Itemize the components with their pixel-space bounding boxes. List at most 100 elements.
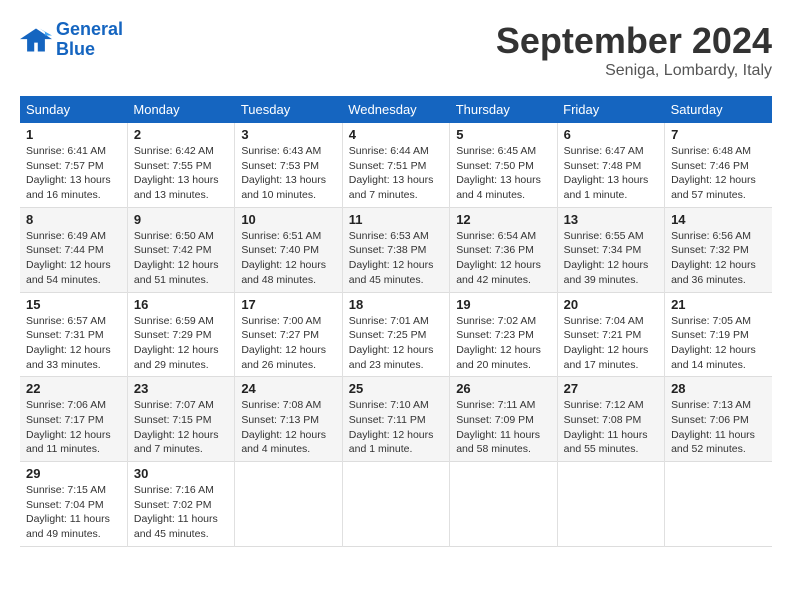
- calendar-cell: 2Sunrise: 6:42 AMSunset: 7:55 PMDaylight…: [127, 123, 234, 207]
- calendar-cell: 25 Sunrise: 7:10 AMSunset: 7:11 PMDayligh…: [342, 377, 449, 462]
- calendar-cell: 11 Sunrise: 6:53 AMSunset: 7:38 PMDayligh…: [342, 207, 449, 292]
- cell-info: Sunrise: 6:53 AMSunset: 7:38 PMDaylight:…: [349, 230, 434, 286]
- logo: General Blue: [20, 20, 123, 60]
- col-header-wednesday: Wednesday: [342, 96, 449, 123]
- logo-text-bottom: Blue: [56, 40, 123, 60]
- col-header-monday: Monday: [127, 96, 234, 123]
- cell-info: Sunrise: 7:01 AMSunset: 7:25 PMDaylight:…: [349, 315, 434, 371]
- day-number: 7: [671, 127, 766, 142]
- day-number: 27: [564, 381, 658, 396]
- day-number: 12: [456, 212, 550, 227]
- calendar-cell: [450, 462, 557, 547]
- cell-info: Sunrise: 7:00 AMSunset: 7:27 PMDaylight:…: [241, 315, 326, 371]
- calendar-cell: 10Sunrise: 6:51 AMSunset: 7:40 PMDayligh…: [235, 207, 342, 292]
- day-number: 30: [134, 466, 228, 481]
- cell-info: Sunrise: 7:05 AMSunset: 7:19 PMDaylight:…: [671, 315, 756, 371]
- day-number: 23: [134, 381, 228, 396]
- cell-info: Sunrise: 6:54 AMSunset: 7:36 PMDaylight:…: [456, 230, 541, 286]
- calendar-cell: 18 Sunrise: 7:01 AMSunset: 7:25 PMDayligh…: [342, 292, 449, 377]
- calendar-cell: 27 Sunrise: 7:12 AMSunset: 7:08 PMDayligh…: [557, 377, 664, 462]
- calendar-cell: 20Sunrise: 7:04 AMSunset: 7:21 PMDayligh…: [557, 292, 664, 377]
- cell-info: Sunrise: 6:47 AMSunset: 7:48 PMDaylight:…: [564, 145, 649, 201]
- calendar-cell: 24 Sunrise: 7:08 AMSunset: 7:13 PMDayligh…: [235, 377, 342, 462]
- cell-info: Sunrise: 7:12 AMSunset: 7:08 PMDaylight:…: [564, 399, 648, 455]
- cell-info: Sunrise: 6:59 AMSunset: 7:29 PMDaylight:…: [134, 315, 219, 371]
- day-number: 26: [456, 381, 550, 396]
- calendar-cell: 19 Sunrise: 7:02 AMSunset: 7:23 PMDayligh…: [450, 292, 557, 377]
- day-number: 3: [241, 127, 335, 142]
- cell-info: Sunrise: 6:48 AMSunset: 7:46 PMDaylight:…: [671, 145, 756, 201]
- location-subtitle: Seniga, Lombardy, Italy: [496, 62, 772, 80]
- calendar-cell: 16 Sunrise: 6:59 AMSunset: 7:29 PMDayligh…: [127, 292, 234, 377]
- day-number: 18: [349, 297, 443, 312]
- calendar-cell: 7 Sunrise: 6:48 AMSunset: 7:46 PMDaylight…: [665, 123, 772, 207]
- calendar-cell: 23 Sunrise: 7:07 AMSunset: 7:15 PMDayligh…: [127, 377, 234, 462]
- cell-info: Sunrise: 6:57 AMSunset: 7:31 PMDaylight:…: [26, 315, 111, 371]
- day-number: 11: [349, 212, 443, 227]
- cell-info: Sunrise: 7:06 AMSunset: 7:17 PMDaylight:…: [26, 399, 111, 455]
- calendar-cell: 13Sunrise: 6:55 AMSunset: 7:34 PMDayligh…: [557, 207, 664, 292]
- col-header-friday: Friday: [557, 96, 664, 123]
- calendar-cell: [342, 462, 449, 547]
- day-number: 4: [349, 127, 443, 142]
- calendar-cell: 30 Sunrise: 7:16 AMSunset: 7:02 PMDayligh…: [127, 462, 234, 547]
- day-number: 19: [456, 297, 550, 312]
- day-number: 20: [564, 297, 658, 312]
- calendar-cell: 26 Sunrise: 7:11 AMSunset: 7:09 PMDayligh…: [450, 377, 557, 462]
- header-row: SundayMondayTuesdayWednesdayThursdayFrid…: [20, 96, 772, 123]
- cell-info: Sunrise: 6:45 AMSunset: 7:50 PMDaylight:…: [456, 145, 541, 201]
- cell-info: Sunrise: 7:11 AMSunset: 7:09 PMDaylight:…: [456, 399, 540, 455]
- day-number: 9: [134, 212, 228, 227]
- page-header: General Blue September 2024 Seniga, Lomb…: [20, 20, 772, 80]
- cell-info: Sunrise: 6:41 AMSunset: 7:57 PMDaylight:…: [26, 145, 111, 201]
- day-number: 24: [241, 381, 335, 396]
- day-number: 28: [671, 381, 766, 396]
- cell-info: Sunrise: 6:43 AMSunset: 7:53 PMDaylight:…: [241, 145, 326, 201]
- calendar-cell: 28 Sunrise: 7:13 AMSunset: 7:06 PMDayligh…: [665, 377, 772, 462]
- cell-info: Sunrise: 6:50 AMSunset: 7:42 PMDaylight:…: [134, 230, 219, 286]
- cell-info: Sunrise: 6:49 AMSunset: 7:44 PMDaylight:…: [26, 230, 111, 286]
- cell-info: Sunrise: 6:56 AMSunset: 7:32 PMDaylight:…: [671, 230, 756, 286]
- week-row-1: 1 Sunrise: 6:41 AMSunset: 7:57 PMDaylight…: [20, 123, 772, 207]
- cell-info: Sunrise: 6:44 AMSunset: 7:51 PMDaylight:…: [349, 145, 434, 201]
- col-header-saturday: Saturday: [665, 96, 772, 123]
- cell-info: Sunrise: 7:10 AMSunset: 7:11 PMDaylight:…: [349, 399, 434, 455]
- calendar-cell: 12 Sunrise: 6:54 AMSunset: 7:36 PMDayligh…: [450, 207, 557, 292]
- calendar-cell: 14Sunrise: 6:56 AMSunset: 7:32 PMDayligh…: [665, 207, 772, 292]
- day-number: 2: [134, 127, 228, 142]
- day-number: 13: [564, 212, 658, 227]
- col-header-tuesday: Tuesday: [235, 96, 342, 123]
- calendar-cell: 29Sunrise: 7:15 AMSunset: 7:04 PMDayligh…: [20, 462, 127, 547]
- title-block: September 2024 Seniga, Lombardy, Italy: [496, 20, 772, 80]
- day-number: 16: [134, 297, 228, 312]
- week-row-3: 15 Sunrise: 6:57 AMSunset: 7:31 PMDayligh…: [20, 292, 772, 377]
- cell-info: Sunrise: 7:02 AMSunset: 7:23 PMDaylight:…: [456, 315, 541, 371]
- day-number: 22: [26, 381, 121, 396]
- cell-info: Sunrise: 7:13 AMSunset: 7:06 PMDaylight:…: [671, 399, 755, 455]
- cell-info: Sunrise: 7:07 AMSunset: 7:15 PMDaylight:…: [134, 399, 219, 455]
- calendar-cell: 5 Sunrise: 6:45 AMSunset: 7:50 PMDaylight…: [450, 123, 557, 207]
- day-number: 5: [456, 127, 550, 142]
- calendar-cell: [557, 462, 664, 547]
- cell-info: Sunrise: 7:16 AMSunset: 7:02 PMDaylight:…: [134, 484, 218, 540]
- calendar-cell: 15 Sunrise: 6:57 AMSunset: 7:31 PMDayligh…: [20, 292, 127, 377]
- day-number: 17: [241, 297, 335, 312]
- day-number: 1: [26, 127, 121, 142]
- day-number: 15: [26, 297, 121, 312]
- calendar-cell: 21 Sunrise: 7:05 AMSunset: 7:19 PMDayligh…: [665, 292, 772, 377]
- calendar-cell: 9 Sunrise: 6:50 AMSunset: 7:42 PMDaylight…: [127, 207, 234, 292]
- day-number: 10: [241, 212, 335, 227]
- cell-info: Sunrise: 7:08 AMSunset: 7:13 PMDaylight:…: [241, 399, 326, 455]
- logo-icon: [20, 26, 52, 54]
- week-row-5: 29Sunrise: 7:15 AMSunset: 7:04 PMDayligh…: [20, 462, 772, 547]
- day-number: 6: [564, 127, 658, 142]
- calendar-cell: 1 Sunrise: 6:41 AMSunset: 7:57 PMDaylight…: [20, 123, 127, 207]
- day-number: 25: [349, 381, 443, 396]
- week-row-4: 22 Sunrise: 7:06 AMSunset: 7:17 PMDayligh…: [20, 377, 772, 462]
- day-number: 21: [671, 297, 766, 312]
- month-title: September 2024: [496, 20, 772, 62]
- col-header-thursday: Thursday: [450, 96, 557, 123]
- calendar-cell: 22 Sunrise: 7:06 AMSunset: 7:17 PMDayligh…: [20, 377, 127, 462]
- calendar-cell: [235, 462, 342, 547]
- calendar-cell: 6 Sunrise: 6:47 AMSunset: 7:48 PMDaylight…: [557, 123, 664, 207]
